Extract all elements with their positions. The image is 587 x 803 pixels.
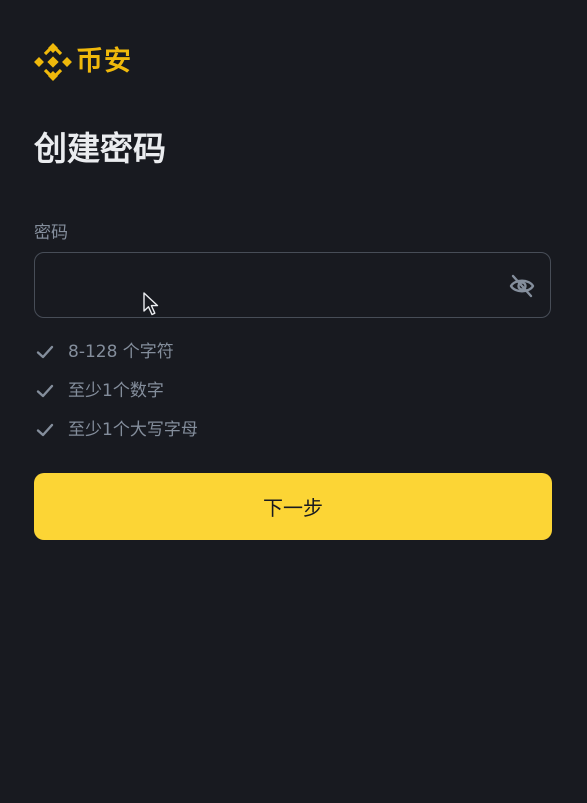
password-input-container[interactable] — [34, 252, 551, 319]
next-button[interactable]: 下一步 — [34, 473, 552, 540]
password-requirements: 8-128 个字符 至少1个数字 至少1个大写字母 — [34, 332, 198, 449]
brand-name: 币安 — [76, 46, 132, 77]
binance-logo-icon — [34, 43, 72, 81]
password-input[interactable] — [51, 253, 495, 319]
requirement-item: 至少1个大写字母 — [34, 410, 198, 449]
requirement-item: 8-128 个字符 — [34, 332, 198, 371]
check-icon — [36, 384, 54, 397]
requirement-text: 8-128 个字符 — [68, 341, 174, 362]
eye-off-icon[interactable] — [508, 273, 536, 299]
check-icon — [36, 423, 54, 436]
requirement-text: 至少1个数字 — [68, 380, 164, 401]
page-title: 创建密码 — [34, 129, 166, 168]
requirement-text: 至少1个大写字母 — [68, 419, 198, 440]
password-label: 密码 — [34, 223, 68, 243]
requirement-item: 至少1个数字 — [34, 371, 198, 410]
brand-logo: 币安 — [34, 43, 132, 81]
check-icon — [36, 345, 54, 358]
